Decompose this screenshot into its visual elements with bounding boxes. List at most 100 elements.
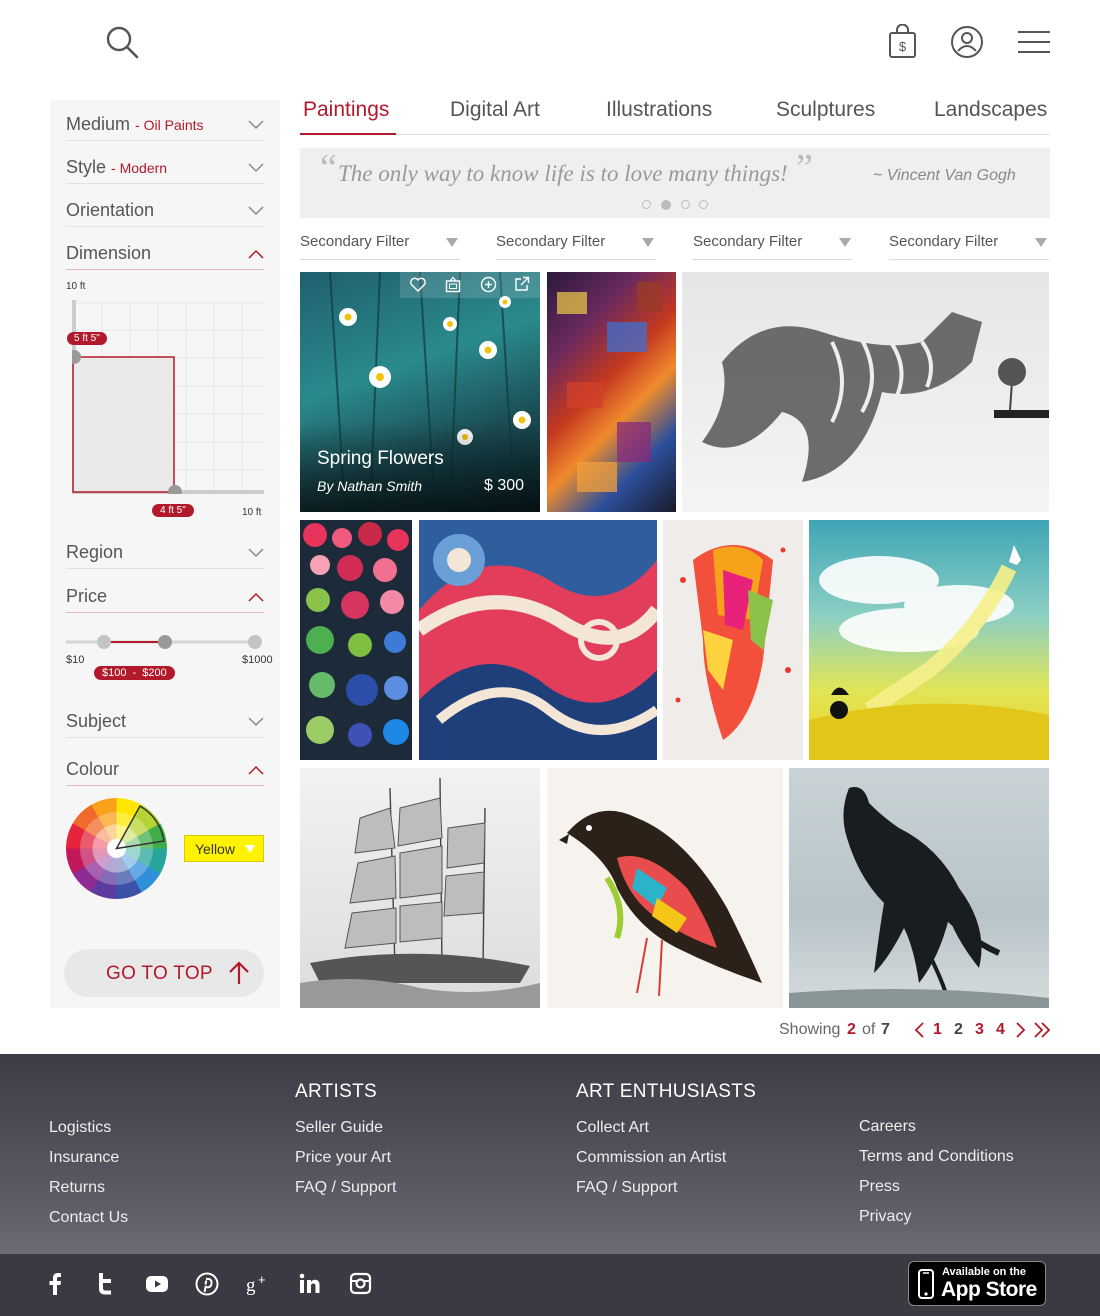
artwork-image [419, 520, 657, 760]
footer-link[interactable]: Terms and Conditions [859, 1148, 1014, 1166]
footer-link[interactable]: Logistics [49, 1119, 111, 1137]
frame-icon[interactable] [445, 276, 461, 293]
user-account-icon[interactable] [950, 25, 984, 64]
price-slider[interactable] [66, 633, 266, 653]
facet-style[interactable]: Style - Modern [66, 153, 264, 184]
footer-link[interactable]: FAQ / Support [295, 1179, 396, 1197]
page-link[interactable]: 4 [996, 1021, 1005, 1039]
secondary-filter-2[interactable]: Secondary Filter [496, 230, 656, 260]
facet-label: Colour [66, 759, 120, 779]
facet-price[interactable]: Price [66, 582, 264, 613]
youtube-icon[interactable] [145, 1272, 169, 1296]
secondary-filter-3[interactable]: Secondary Filter [693, 230, 853, 260]
quote-author: ~ Vincent Van Gogh [873, 167, 1016, 184]
footer-link[interactable]: Press [859, 1178, 900, 1196]
carousel-dot-active[interactable] [661, 200, 671, 210]
facet-label: Dimension [66, 243, 152, 263]
artwork-image [789, 787, 1049, 1008]
chevron-left-icon[interactable] [913, 1022, 925, 1038]
filter-label: Secondary Filter [300, 233, 410, 250]
chevron-down-icon [248, 206, 264, 216]
dimension-grid[interactable] [67, 300, 264, 499]
artwork-tile[interactable] [547, 272, 676, 512]
svg-text:g: g [246, 1275, 256, 1296]
artwork-tile[interactable] [809, 520, 1049, 760]
facet-label: Style [66, 157, 107, 177]
footer-link[interactable]: Seller Guide [295, 1119, 383, 1137]
facet-medium[interactable]: Medium - Oil Paints [66, 110, 264, 141]
artwork-tile[interactable] [300, 520, 412, 760]
secondary-filter-4[interactable]: Secondary Filter [889, 230, 1049, 260]
footer-link[interactable]: FAQ / Support [576, 1179, 677, 1197]
artwork-tile-featured[interactable]: Spring Flowers By Nathan Smith $ 300 [300, 272, 540, 512]
carousel-dot[interactable] [642, 200, 651, 209]
footer-link[interactable]: Insurance [49, 1149, 119, 1167]
artwork-tile[interactable] [663, 520, 803, 760]
footer-link[interactable]: Price your Art [295, 1149, 391, 1167]
dropdown-arrow-icon [446, 238, 458, 247]
svg-text:$: $ [899, 39, 907, 54]
instagram-icon[interactable] [350, 1272, 372, 1296]
dropdown-arrow-icon [245, 845, 255, 853]
footer-link[interactable]: Returns [49, 1179, 105, 1197]
colour-wheel[interactable] [66, 798, 167, 899]
pagination-total: 7 [881, 1021, 890, 1038]
page-link[interactable]: 3 [975, 1021, 984, 1039]
twitter-icon[interactable] [96, 1272, 114, 1296]
category-tabs: Paintings Digital Art Illustrations Scul… [300, 96, 1050, 135]
tab-paintings[interactable]: Paintings [300, 96, 396, 135]
tab-sculptures[interactable]: Sculptures [776, 96, 875, 135]
chevron-right-icon[interactable] [1015, 1022, 1027, 1038]
shopping-bag-dollar-icon[interactable]: $ [888, 23, 918, 65]
facet-subject[interactable]: Subject [66, 707, 264, 738]
price-range-high: $200 [142, 667, 167, 679]
tab-label: Sculptures [776, 98, 876, 121]
facet-dimension[interactable]: Dimension [66, 239, 264, 270]
tab-illustrations[interactable]: Illustrations [606, 96, 712, 135]
app-store-big-text: App Store [941, 1278, 1037, 1301]
google-plus-icon[interactable]: g + [246, 1272, 272, 1296]
facet-colour[interactable]: Colour [66, 755, 264, 786]
pagination-of-label: of [862, 1021, 876, 1038]
footer-link[interactable]: Contact Us [49, 1209, 128, 1227]
double-chevron-right-icon[interactable] [1033, 1022, 1051, 1038]
arrow-up-icon [229, 961, 249, 984]
heart-icon[interactable] [410, 277, 426, 292]
facet-orientation[interactable]: Orientation [66, 196, 264, 227]
hamburger-menu-icon[interactable] [1018, 30, 1050, 59]
go-to-top-button[interactable]: GO TO TOP [64, 949, 264, 997]
linkedin-icon[interactable] [299, 1272, 321, 1296]
artwork-tile[interactable] [789, 768, 1049, 1008]
dimension-width-max: 10 ft [242, 507, 262, 518]
external-link-icon[interactable] [514, 276, 530, 292]
dimension-height-badge: 5 ft 5" [67, 332, 107, 345]
page-link[interactable]: 1 [933, 1021, 942, 1039]
artwork-image [809, 545, 1049, 760]
artwork-image [675, 545, 791, 740]
facet-region[interactable]: Region [66, 538, 264, 569]
secondary-filter-1[interactable]: Secondary Filter [300, 230, 460, 260]
chevron-down-icon [248, 548, 264, 558]
pinterest-icon[interactable] [195, 1272, 219, 1296]
tab-landscapes[interactable]: Landscapes [934, 96, 1047, 135]
footer-link[interactable]: Commission an Artist [576, 1149, 726, 1167]
search-icon[interactable] [104, 24, 140, 65]
artwork-tile[interactable] [547, 768, 783, 1008]
colour-select[interactable]: Yellow [184, 835, 264, 862]
app-store-badge[interactable]: Available on the App Store [908, 1261, 1046, 1306]
footer-link[interactable]: Careers [859, 1118, 916, 1136]
artwork-tile[interactable] [682, 272, 1049, 512]
page-link-current[interactable]: 2 [954, 1021, 963, 1039]
footer-link[interactable]: Collect Art [576, 1119, 649, 1137]
tab-digital-art[interactable]: Digital Art [450, 96, 540, 135]
artwork-tile[interactable] [300, 768, 540, 1008]
carousel-dot[interactable] [699, 200, 708, 209]
artwork-tile[interactable] [419, 520, 657, 760]
facebook-icon[interactable] [48, 1272, 62, 1296]
chevron-down-icon [248, 717, 264, 727]
carousel-dot[interactable] [681, 200, 690, 209]
footer-link[interactable]: Privacy [859, 1208, 911, 1226]
artwork-image [300, 777, 540, 1008]
add-circle-icon[interactable] [480, 276, 497, 293]
price-range-badge: $100 - $200 [94, 666, 175, 680]
